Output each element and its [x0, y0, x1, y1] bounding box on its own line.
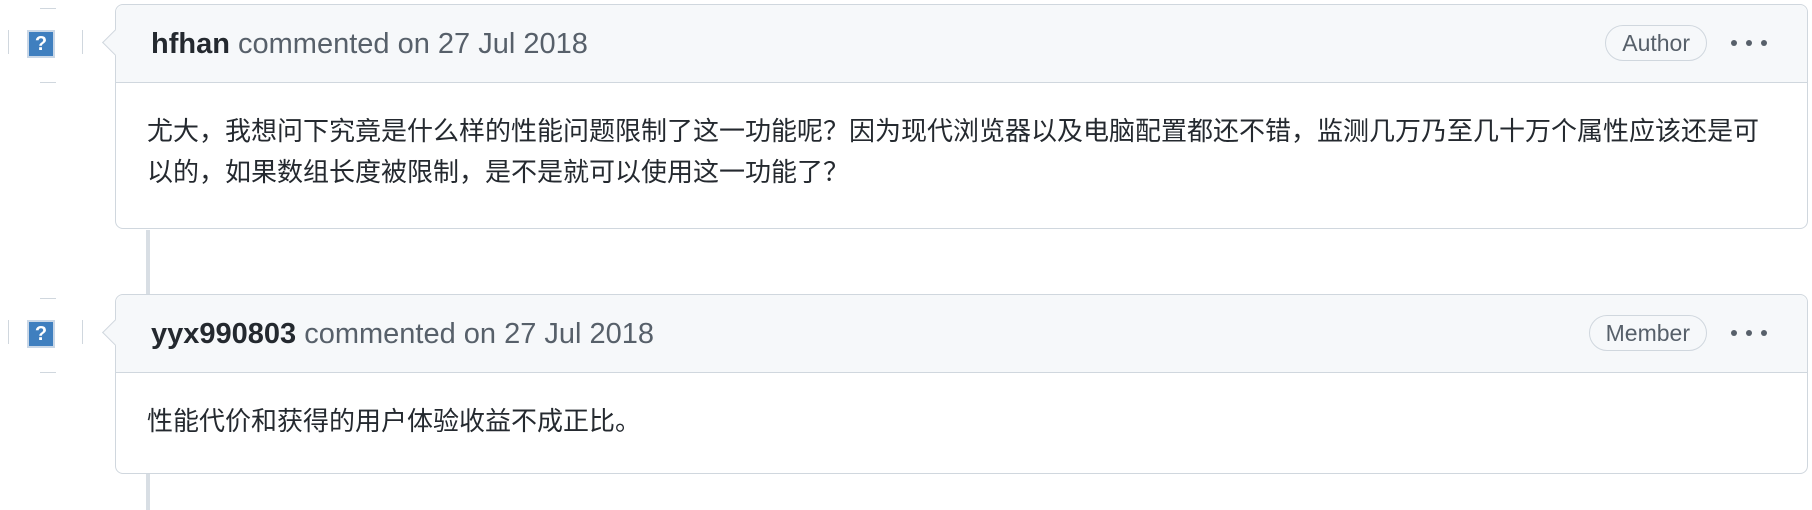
avatar-frame-line: [8, 320, 9, 344]
author-role-badge: Author: [1605, 25, 1707, 61]
comment-author-link[interactable]: hfhan: [151, 28, 230, 60]
comment-meta: yyx990803 commented on 27 Jul 2018: [151, 317, 654, 351]
avatar-container: ?: [8, 294, 83, 373]
dot-icon: [1746, 40, 1752, 46]
avatar-frame-line: [82, 30, 83, 54]
avatar-frame-line: [40, 8, 56, 9]
member-role-badge: Member: [1588, 315, 1707, 351]
avatar-frame-line: [40, 372, 56, 373]
comment-body: 尤大，我想问下究竟是什么样的性能问题限制了这一功能呢？因为现代浏览器以及电脑配置…: [147, 116, 1760, 187]
avatar-frame-line: [40, 82, 56, 83]
comment-box: hfhan commented on 27 Jul 2018 Author 尤大…: [102, 4, 1808, 229]
dot-icon: [1731, 330, 1737, 336]
avatar-container: ?: [8, 4, 83, 83]
comment-date-link[interactable]: 27 Jul 2018: [438, 28, 588, 60]
comment-author-link[interactable]: yyx990803: [151, 318, 296, 350]
broken-avatar-icon[interactable]: ?: [27, 30, 55, 58]
avatar-frame-line: [82, 320, 83, 344]
kebab-horizontal-icon[interactable]: [1731, 325, 1767, 341]
comment-body: 性能代价和获得的用户体验收益不成正比。: [147, 406, 642, 436]
avatar-frame-line: [40, 298, 56, 299]
kebab-horizontal-icon[interactable]: [1731, 35, 1767, 51]
comment-header: hfhan commented on 27 Jul 2018 Author: [116, 5, 1807, 83]
comment-box: yyx990803 commented on 27 Jul 2018 Membe…: [102, 294, 1808, 474]
dot-icon: [1761, 330, 1767, 336]
dot-icon: [1731, 40, 1737, 46]
comment-action: commented on: [304, 318, 497, 350]
broken-avatar-icon[interactable]: ?: [27, 320, 55, 348]
avatar-frame-line: [8, 30, 9, 54]
dot-icon: [1746, 330, 1752, 336]
comment-date-link[interactable]: 27 Jul 2018: [504, 318, 654, 350]
comment-header: yyx990803 commented on 27 Jul 2018 Membe…: [116, 295, 1807, 373]
comment-action: commented on: [238, 28, 430, 60]
dot-icon: [1761, 40, 1767, 46]
comment-meta: hfhan commented on 27 Jul 2018: [151, 27, 588, 61]
